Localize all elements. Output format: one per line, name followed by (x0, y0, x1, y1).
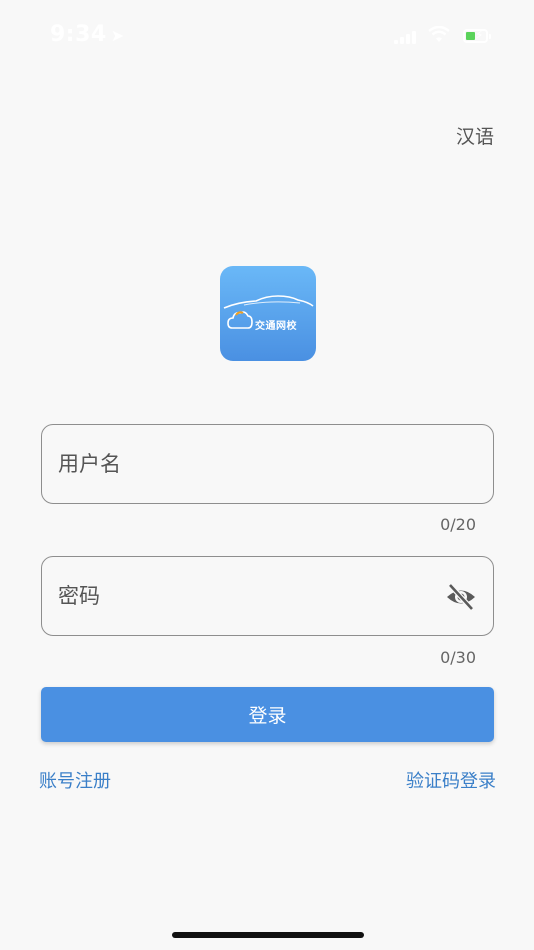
username-field[interactable] (41, 424, 494, 504)
location-arrow-icon: ➤ (110, 26, 125, 45)
battery-charging-icon: ⚡ (463, 28, 491, 43)
username-input[interactable] (58, 425, 438, 503)
sms-login-link[interactable]: 验证码登录 (406, 767, 496, 793)
app-logo: 交通网校 (220, 266, 316, 361)
eye-slash-icon[interactable] (445, 583, 477, 611)
password-counter: 0/30 (440, 648, 476, 667)
logo-text: 交通网校 (255, 321, 297, 332)
car-cloud-logo-icon (223, 295, 314, 329)
status-time: 9:34 ➤ (50, 22, 125, 47)
register-link[interactable]: 账号注册 (39, 767, 111, 793)
wifi-icon (428, 26, 450, 42)
cellular-signal-icon (394, 30, 416, 44)
language-switch[interactable]: 汉语 (456, 122, 494, 149)
login-button[interactable]: 登录 (41, 687, 494, 742)
home-indicator[interactable] (172, 932, 364, 938)
password-field[interactable] (41, 556, 494, 636)
status-bar: 9:34 ➤ ⚡ (0, 0, 534, 74)
username-counter: 0/20 (440, 515, 476, 534)
password-input[interactable] (58, 557, 438, 635)
